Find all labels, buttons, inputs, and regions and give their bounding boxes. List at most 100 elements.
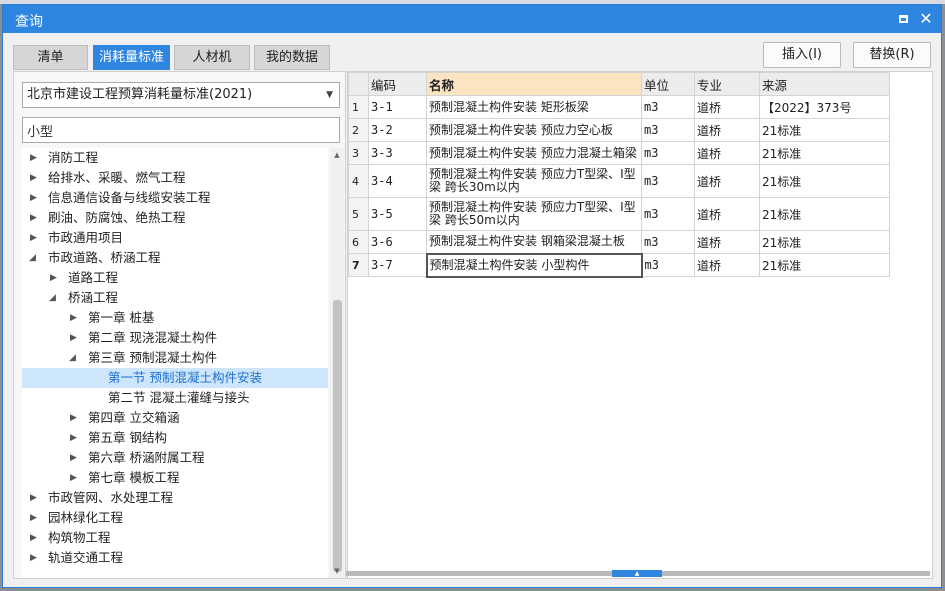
results-table: 编码 名称 单位 专业 来源 1 3-1 预制混凝土构件安装 矩形板梁 m3 道… [348, 72, 890, 278]
row-number: 1 [348, 95, 369, 119]
cell-major[interactable]: 道桥 [694, 118, 760, 142]
row-number: 6 [348, 230, 369, 254]
table-row-current[interactable]: 7 3-7 预制混凝土构件安装 小型构件 m3 道桥 21标准 [348, 252, 890, 278]
close-icon: ✕ [919, 9, 933, 28]
cell-code[interactable]: 3-3 [368, 141, 427, 165]
cell-unit[interactable]: m3 [641, 253, 695, 277]
tree-item-road-bridge[interactable]: ◢ 市政道路、桥涵工程 [22, 248, 328, 268]
tree-item-pipe-network[interactable]: ▶ 市政管网、水处理工程 [22, 488, 328, 508]
tree-item-landscaping[interactable]: ▶ 园林绿化工程 [22, 508, 328, 528]
cell-unit[interactable]: m3 [641, 197, 695, 231]
left-panel: 北京市建设工程预算消耗量标准(2021) ▼ ▶消防工程 ▶给排水、采暖、燃气工… [13, 71, 346, 579]
tree-item-chapter-5[interactable]: ▶ 第五章 钢结构 [22, 428, 328, 448]
tree-item-chapter-1[interactable]: ▶ 第一章 桩基 [22, 308, 328, 328]
tree-item-road[interactable]: ▶ 道路工程 [22, 268, 328, 288]
search-input[interactable] [22, 117, 340, 143]
tab-bill[interactable]: 清单 [13, 45, 88, 70]
cell-code[interactable]: 3-5 [368, 197, 427, 231]
insert-button[interactable]: 插入(I) [763, 42, 841, 68]
caret-down-icon: ◢ [49, 293, 56, 303]
caret-down-icon: ◢ [29, 253, 36, 263]
tree-item-rail-transit[interactable]: ▶ 轨道交通工程 [22, 548, 328, 568]
tree-item-section-2[interactable]: 第二节 混凝土灌缝与接头 [22, 388, 328, 408]
cell-code[interactable]: 3-1 [368, 95, 427, 119]
table-row[interactable]: 3 3-3 预制混凝土构件安装 预应力混凝土箱梁 m3 道桥 21标准 [348, 141, 890, 165]
title-bar[interactable]: 查询 ✕ [3, 5, 941, 33]
tab-consumption-standard[interactable]: 消耗量标准 [93, 45, 170, 70]
cell-unit[interactable]: m3 [641, 141, 695, 165]
tree-item-telecom[interactable]: ▶ 信息通信设备与线缆安装工程 [22, 188, 328, 208]
replace-button[interactable]: 替换(R) [853, 42, 931, 68]
cell-major[interactable]: 道桥 [694, 197, 760, 231]
column-header-unit[interactable]: 单位 [641, 72, 695, 96]
cell-name[interactable]: 预制混凝土构件安装 钢箱梁混凝土板 [426, 230, 642, 254]
cell-name[interactable]: 预制混凝土构件安装 预应力空心板 [426, 118, 642, 142]
tab-labor-material-machine[interactable]: 人材机 [174, 45, 250, 70]
tree-item-chapter-3[interactable]: ◢ 第三章 预制混凝土构件 [22, 348, 328, 368]
results-panel: 编码 名称 单位 专业 来源 1 3-1 预制混凝土构件安装 矩形板梁 m3 道… [347, 71, 933, 579]
scroll-up-icon[interactable]: ▲ [330, 148, 344, 162]
table-row[interactable]: 6 3-6 预制混凝土构件安装 钢箱梁混凝土板 m3 道桥 21标准 [348, 230, 890, 254]
tree-item-plumbing[interactable]: ▶ 给排水、采暖、燃气工程 [22, 168, 328, 188]
cell-name[interactable]: 预制混凝土构件安装 预应力混凝土箱梁 [426, 141, 642, 165]
cell-code[interactable]: 3-4 [368, 164, 427, 198]
cell-source[interactable]: 21标准 [759, 197, 890, 231]
cell-major[interactable]: 道桥 [694, 141, 760, 165]
chevron-up-icon[interactable]: ▲ [612, 570, 662, 577]
tree-item-fire[interactable]: ▶ 消防工程 [22, 148, 328, 168]
tree-item-chapter-7[interactable]: ▶ 第七章 模板工程 [22, 468, 328, 488]
cell-source[interactable]: 21标准 [759, 141, 890, 165]
scroll-down-icon[interactable]: ▼ [330, 564, 344, 578]
caret-right-icon: ▶ [70, 413, 77, 423]
cell-name-selected[interactable]: 预制混凝土构件安装 小型构件 [425, 252, 643, 278]
tree-item-chapter-4[interactable]: ▶ 第四章 立交箱涵 [22, 408, 328, 428]
tree-item-structures[interactable]: ▶ 构筑物工程 [22, 528, 328, 548]
tree-scrollbar[interactable]: ▲ ▼ [330, 148, 344, 578]
tree-item-bridge-culvert[interactable]: ◢ 桥涵工程 [22, 288, 328, 308]
cell-unit[interactable]: m3 [641, 230, 695, 254]
table-row[interactable]: 5 3-5 预制混凝土构件安装 预应力T型梁、I型梁 跨长50m以内 m3 道桥… [348, 197, 890, 231]
cell-name[interactable]: 预制混凝土构件安装 预应力T型梁、I型梁 跨长30m以内 [426, 164, 642, 198]
tab-my-data[interactable]: 我的数据 [254, 45, 330, 70]
tree-item-chapter-2[interactable]: ▶ 第二章 现浇混凝土构件 [22, 328, 328, 348]
cell-code[interactable]: 3-2 [368, 118, 427, 142]
column-header-code[interactable]: 编码 [368, 72, 427, 96]
cell-name[interactable]: 预制混凝土构件安装 矩形板梁 [426, 95, 642, 119]
cell-unit[interactable]: m3 [641, 95, 695, 119]
tree-item-section-1[interactable]: 第一节 预制混凝土构件安装 [22, 368, 328, 388]
scroll-thumb[interactable] [333, 300, 342, 572]
cell-unit[interactable]: m3 [641, 164, 695, 198]
cell-source[interactable]: 21标准 [759, 253, 890, 277]
cell-source[interactable]: 21标准 [759, 164, 890, 198]
cell-code[interactable]: 3-7 [368, 253, 427, 277]
cell-name[interactable]: 预制混凝土构件安装 预应力T型梁、I型梁 跨长50m以内 [426, 197, 642, 231]
column-header-major[interactable]: 专业 [694, 72, 760, 96]
cell-source[interactable]: 21标准 [759, 118, 890, 142]
cell-code[interactable]: 3-6 [368, 230, 427, 254]
table-row[interactable]: 4 3-4 预制混凝土构件安装 预应力T型梁、I型梁 跨长30m以内 m3 道桥… [348, 164, 890, 198]
column-header-name[interactable]: 名称 [426, 72, 642, 96]
maximize-icon [899, 15, 908, 23]
column-header-source[interactable]: 来源 [759, 72, 890, 96]
chevron-down-icon: ▼ [326, 90, 333, 100]
cell-source[interactable]: 21标准 [759, 230, 890, 254]
table-row[interactable]: 2 3-2 预制混凝土构件安装 预应力空心板 m3 道桥 21标准 [348, 118, 890, 142]
caret-right-icon: ▶ [70, 333, 77, 343]
maximize-button[interactable] [895, 10, 913, 28]
caret-right-icon: ▶ [70, 453, 77, 463]
cell-major[interactable]: 道桥 [694, 164, 760, 198]
cell-unit[interactable]: m3 [641, 118, 695, 142]
caret-right-icon: ▶ [30, 513, 37, 523]
close-button[interactable]: ✕ [917, 10, 935, 28]
cell-major[interactable]: 道桥 [694, 253, 760, 277]
cell-major[interactable]: 道桥 [694, 95, 760, 119]
table-row[interactable]: 1 3-1 预制混凝土构件安装 矩形板梁 m3 道桥 【2022】373号 [348, 95, 890, 119]
row-number: 7 [348, 253, 369, 277]
cell-source[interactable]: 【2022】373号 [759, 95, 890, 119]
caret-right-icon: ▶ [30, 533, 37, 543]
tree-item-chapter-6[interactable]: ▶ 第六章 桥涵附属工程 [22, 448, 328, 468]
tree-item-municipal-general[interactable]: ▶ 市政通用项目 [22, 228, 328, 248]
cell-major[interactable]: 道桥 [694, 230, 760, 254]
standard-select[interactable]: 北京市建设工程预算消耗量标准(2021) ▼ [22, 82, 340, 108]
tree-item-painting[interactable]: ▶ 刷油、防腐蚀、绝热工程 [22, 208, 328, 228]
